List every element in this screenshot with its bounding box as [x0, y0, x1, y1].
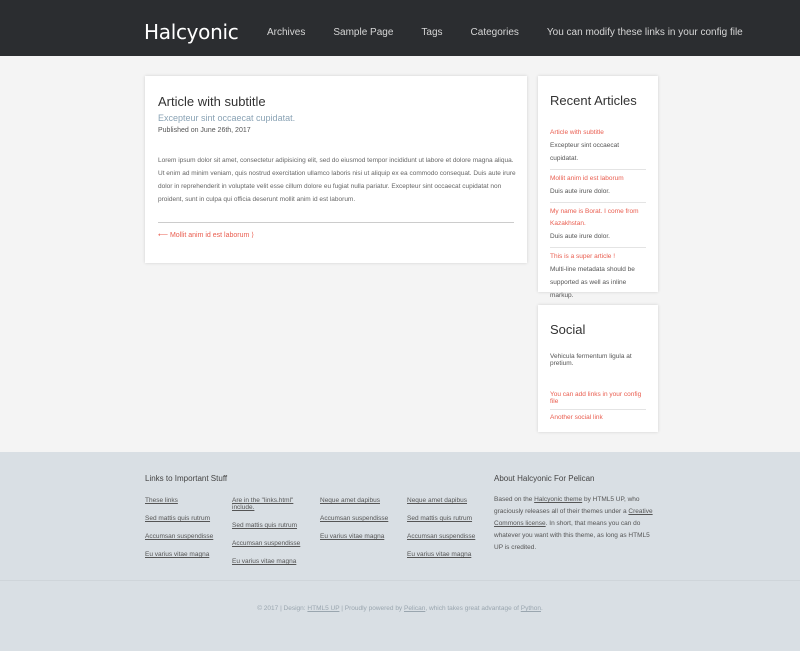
footer-link[interactable]: Accumsan suspendisse	[320, 515, 402, 522]
footer-link[interactable]: Accumsan suspendisse	[145, 533, 227, 540]
footer-divider	[0, 580, 800, 581]
footer-links-column: Neque amet dapibus Sed mattis quis rutru…	[407, 497, 489, 569]
main-nav: Archives Sample Page Tags Categories You…	[267, 27, 771, 38]
article-card: Article with subtitle Excepteur sint occ…	[145, 76, 527, 263]
python-link[interactable]: Python	[521, 605, 541, 612]
article-body: Lorem ipsum dolor sit amet, consectetur …	[158, 157, 516, 203]
divider	[158, 222, 514, 223]
about-text-part: Based on the	[494, 496, 535, 503]
social-link[interactable]: Another social link	[550, 410, 646, 425]
pelican-link[interactable]: Pelican	[404, 605, 425, 612]
footer-links-column: These links Sed mattis quis rutrum Accum…	[145, 497, 227, 569]
footer-link[interactable]: Neque amet dapibus	[407, 497, 489, 504]
site-footer: Links to Important Stuff These links Sed…	[0, 452, 800, 651]
copyright-text: | Proudly powered by	[339, 605, 404, 612]
recent-article-link[interactable]: Mollit anim id est laborum	[550, 173, 646, 185]
social-link[interactable]: You can add links in your config file	[550, 387, 646, 410]
copyright-text: .	[540, 605, 543, 612]
footer-link[interactable]: Eu varius vitae magna	[232, 558, 316, 565]
copyright-text: © 2017 | Design:	[257, 605, 308, 612]
social-widget: Social Vehicula fermentum ligula at pret…	[538, 305, 658, 432]
social-title: Social	[550, 322, 586, 337]
nav-categories[interactable]: Categories	[471, 27, 519, 38]
recent-article-item: My name is Borat. I come from Kazakhstan…	[550, 203, 646, 248]
site-header: Halcyonic Archives Sample Page Tags Cate…	[0, 0, 800, 56]
footer-link[interactable]: Eu varius vitae magna	[320, 533, 402, 540]
footer-link[interactable]: Eu varius vitae magna	[145, 551, 227, 558]
site-logo[interactable]: Halcyonic	[144, 20, 239, 44]
html5up-link[interactable]: HTML5 UP	[307, 605, 339, 612]
footer-link[interactable]: These links	[145, 497, 227, 504]
footer-links-column: Neque amet dapibus Accumsan suspendisse …	[320, 497, 402, 551]
footer-about-title: About Halcyonic For Pelican	[494, 474, 595, 483]
footer-about-text: Based on the Halcyonic theme by HTML5 UP…	[494, 494, 658, 554]
nav-tags[interactable]: Tags	[421, 27, 442, 38]
recent-article-desc: Duis aute irure dolor.	[550, 233, 610, 240]
published-date: Published on June 26th, 2017	[158, 127, 251, 134]
footer-links-column: Are in the "links.html" include. Sed mat…	[232, 497, 316, 576]
footer-link[interactable]: Sed mattis quis rutrum	[232, 522, 316, 529]
recent-article-link[interactable]: This is a super article !	[550, 251, 646, 263]
recent-articles-title: Recent Articles	[550, 93, 637, 108]
recent-article-item: Article with subtitle Excepteur sint occ…	[550, 124, 646, 170]
footer-links-title: Links to Important Stuff	[145, 474, 228, 483]
halcyonic-theme-link[interactable]: Halcyonic theme	[534, 496, 582, 503]
recent-article-link[interactable]: My name is Borat. I come from Kazakhstan…	[550, 206, 646, 230]
footer-link[interactable]: Are in the "links.html" include.	[232, 497, 316, 511]
previous-article-link[interactable]: ⟵ Mollit anim id est laborum ⟩	[158, 232, 254, 239]
recent-articles-widget: Recent Articles Article with subtitle Ex…	[538, 76, 658, 299]
footer-link[interactable]: Accumsan suspendisse	[232, 540, 316, 547]
recent-article-link[interactable]: Article with subtitle	[550, 127, 646, 139]
footer-link[interactable]: Accumsan suspendisse	[407, 533, 489, 540]
recent-article-item: This is a super article ! Multi-line met…	[550, 248, 646, 306]
nav-sample-page[interactable]: Sample Page	[333, 27, 393, 38]
nav-config-note[interactable]: You can modify these links in your confi…	[547, 27, 743, 38]
recent-article-item: Mollit anim id est laborum Duis aute iru…	[550, 170, 646, 203]
main-content: Article with subtitle Excepteur sint occ…	[0, 56, 800, 452]
article-subtitle: Excepteur sint occaecat cupidatat.	[158, 113, 296, 123]
recent-article-desc: Duis aute irure dolor.	[550, 188, 610, 195]
recent-article-desc: Multi-line metadata should be supported …	[550, 266, 635, 299]
social-intro: Vehicula fermentum ligula at pretium.	[550, 353, 632, 367]
recent-article-desc: Excepteur sint occaecat cupidatat.	[550, 142, 620, 162]
copyright-text: , which takes great advantage of	[425, 605, 521, 612]
footer-link[interactable]: Sed mattis quis rutrum	[407, 515, 489, 522]
footer-link[interactable]: Eu varius vitae magna	[407, 551, 489, 558]
article-title: Article with subtitle	[158, 94, 266, 109]
footer-link[interactable]: Neque amet dapibus	[320, 497, 402, 504]
copyright-line: © 2017 | Design: HTML5 UP | Proudly powe…	[0, 605, 800, 612]
nav-archives[interactable]: Archives	[267, 27, 305, 38]
footer-link[interactable]: Sed mattis quis rutrum	[145, 515, 227, 522]
